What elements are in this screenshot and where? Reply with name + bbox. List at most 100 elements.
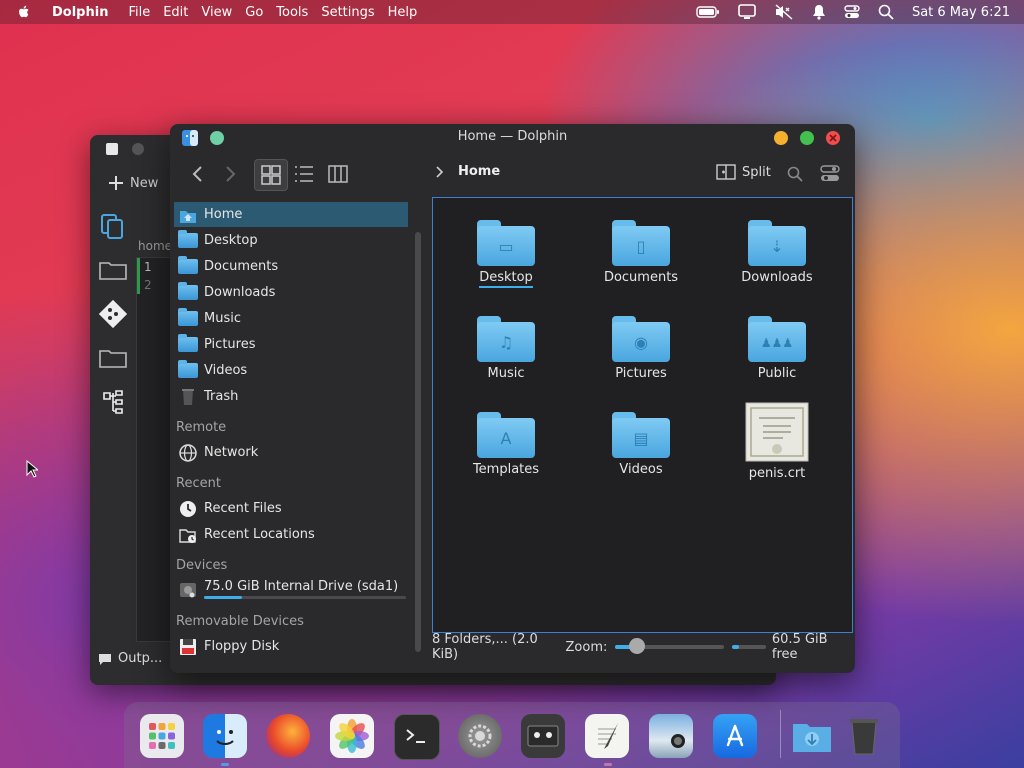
drive-usage-fill — [204, 596, 243, 599]
window-control-dot[interactable] — [132, 143, 144, 155]
sidebar-item-pictures[interactable]: Pictures — [174, 332, 408, 357]
apple-icon[interactable] — [16, 4, 32, 20]
sidebar-item-home[interactable]: Home — [174, 202, 408, 227]
places-panel: Home Desktop Documents Downloads Music P… — [170, 198, 410, 658]
close-button[interactable] — [826, 131, 840, 145]
menu-help[interactable]: Help — [388, 5, 418, 20]
sidebar-item-recent-locations[interactable]: Recent Locations — [174, 522, 408, 547]
sidebar-item-recent-files[interactable]: Recent Files — [174, 496, 408, 521]
music-glyph: ♫ — [498, 333, 514, 352]
menu-file[interactable]: File — [128, 5, 150, 20]
symbols-tree-icon[interactable] — [98, 387, 128, 417]
forward-button[interactable] — [214, 159, 246, 189]
file-item-public[interactable]: ♟♟♟ Public — [717, 314, 837, 381]
clock[interactable]: Sat 6 May 6:21 — [912, 5, 1010, 20]
certificate-icon — [745, 402, 809, 462]
sidebar-item-label: Downloads — [204, 285, 276, 300]
mute-icon[interactable] — [774, 4, 794, 20]
videos-folder-icon: ▤ — [612, 410, 670, 458]
sidebar-item-label: Trash — [204, 389, 239, 404]
screenshot-icon[interactable] — [649, 714, 693, 758]
columns-icon — [328, 165, 348, 183]
file-item-music[interactable]: ♫ Music — [446, 314, 566, 381]
system-settings-icon[interactable] — [458, 714, 502, 758]
output-panel-button[interactable]: Outp... — [98, 651, 162, 666]
finder-icon[interactable] — [203, 714, 247, 758]
documents-icon[interactable] — [98, 211, 128, 241]
zoom-slider-handle[interactable] — [629, 638, 646, 654]
sidebar-item-downloads[interactable]: Downloads — [174, 280, 408, 305]
breadcrumb-home[interactable]: Home — [458, 164, 500, 179]
launchpad-icon[interactable] — [140, 714, 184, 758]
file-view[interactable]: ▭ Desktop ▯ Documents ⇣ Downloads ♫ Musi… — [432, 197, 853, 633]
zoom-slider[interactable] — [615, 638, 725, 654]
file-item-templates[interactable]: A Templates — [446, 410, 566, 477]
file-item-documents[interactable]: ▯ Documents — [581, 218, 701, 285]
new-button[interactable]: New — [108, 175, 158, 191]
free-space-label: 60.5 GiB free — [771, 632, 828, 662]
sidebar-item-internal-drive[interactable]: 75.0 GiB Internal Drive (sda1) — [174, 576, 408, 608]
battery-icon[interactable] — [696, 5, 720, 19]
display-icon[interactable] — [738, 4, 756, 20]
notification-icon[interactable] — [812, 4, 826, 20]
app-store-icon[interactable] — [713, 714, 757, 758]
maximize-button[interactable] — [800, 131, 814, 145]
minimize-button[interactable] — [774, 131, 788, 145]
editor-app-icon — [106, 143, 118, 155]
menu-edit[interactable]: Edit — [163, 5, 188, 20]
file-item-pictures[interactable]: ◉ Pictures — [581, 314, 701, 381]
file-item-videos[interactable]: ▤ Videos — [581, 410, 701, 477]
sidebar-item-label: Music — [204, 311, 241, 326]
file-item-downloads[interactable]: ⇣ Downloads — [717, 218, 837, 285]
sidebar-item-label: 75.0 GiB Internal Drive (sda1) — [204, 579, 399, 594]
menu-settings[interactable]: Settings — [321, 5, 374, 20]
firefox-icon[interactable] — [266, 714, 310, 758]
split-view-icon — [716, 164, 736, 180]
folder-icon-2[interactable] — [98, 343, 128, 373]
app-menu-dolphin[interactable]: Dolphin — [52, 5, 108, 20]
new-label: New — [130, 175, 159, 191]
menu-view[interactable]: View — [201, 5, 232, 20]
window-title: Home — Dolphin — [457, 129, 568, 144]
desktop-folder-icon: ▭ — [477, 218, 535, 266]
sidebar-item-music[interactable]: Music — [174, 306, 408, 331]
cassette-icon[interactable] — [521, 714, 565, 758]
sidebar-item-documents[interactable]: Documents — [174, 254, 408, 279]
sidebar-item-network[interactable]: Network — [174, 440, 408, 465]
drive-usage-bar — [204, 596, 406, 599]
sidebar-scrollbar[interactable] — [415, 232, 421, 652]
icons-view-button[interactable] — [254, 159, 288, 191]
dock-separator — [780, 710, 781, 758]
sidebar-item-trash[interactable]: Trash — [174, 384, 408, 409]
sidebar-item-label: Recent Locations — [204, 527, 315, 542]
file-name: Pictures — [615, 366, 667, 381]
file-item-desktop[interactable]: ▭ Desktop — [446, 218, 566, 288]
split-button[interactable]: Split — [716, 164, 771, 180]
search-icon[interactable] — [787, 166, 803, 182]
desktop-folder-icon — [178, 230, 198, 248]
list-icon — [295, 166, 313, 182]
back-button[interactable] — [182, 159, 214, 189]
title-bar[interactable]: Home — Dolphin — [170, 124, 855, 152]
control-center-icon[interactable] — [844, 4, 860, 20]
downloads-stack-icon[interactable] — [790, 714, 834, 758]
sidebar-item-videos[interactable]: Videos — [174, 358, 408, 383]
breadcrumb[interactable]: Home — [434, 164, 500, 179]
music-folder-icon: ♫ — [477, 314, 535, 362]
terminal-icon[interactable] — [394, 714, 440, 760]
sidebar-item-desktop[interactable]: Desktop — [174, 228, 408, 253]
menu-go[interactable]: Go — [245, 5, 263, 20]
columns-view-button[interactable] — [322, 159, 354, 189]
file-item-certificate[interactable]: penis.crt — [717, 402, 837, 481]
trash-icon[interactable] — [842, 714, 886, 758]
details-view-button[interactable] — [288, 159, 320, 189]
folder-icon[interactable] — [98, 255, 128, 285]
menu-tools[interactable]: Tools — [276, 5, 308, 20]
text-editor-icon[interactable] — [585, 714, 629, 758]
sidebar-item-floppy-disk[interactable]: Floppy Disk — [174, 634, 408, 659]
music-folder-icon — [178, 308, 198, 326]
search-icon[interactable] — [878, 4, 894, 20]
photos-icon[interactable] — [330, 714, 374, 758]
git-icon[interactable] — [98, 299, 128, 329]
control-menu-icon[interactable] — [820, 165, 840, 183]
